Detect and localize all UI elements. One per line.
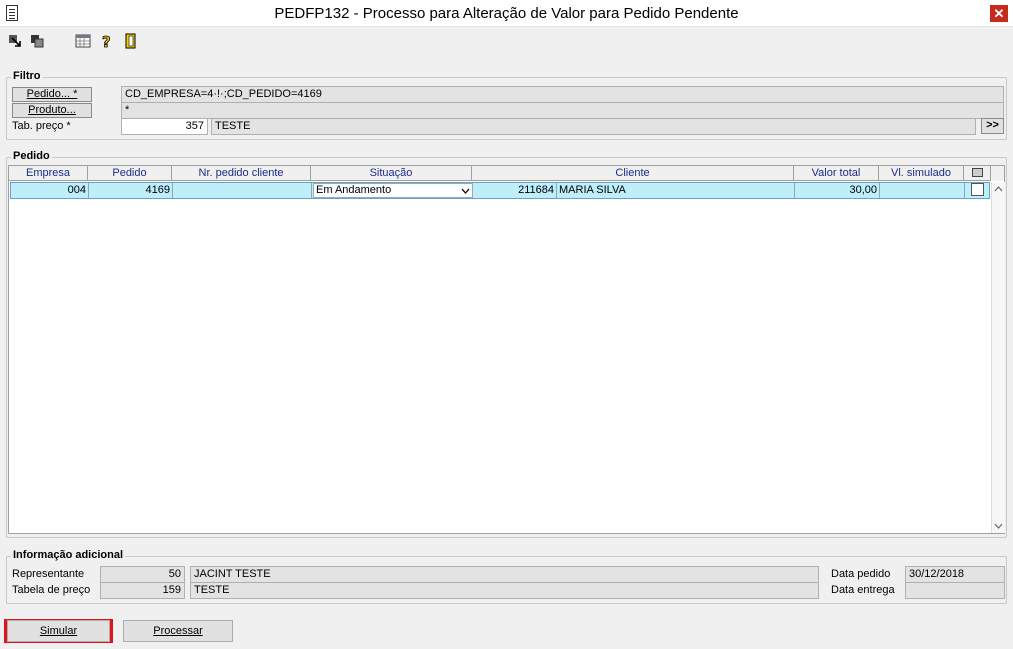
cell-vl-simulado[interactable] bbox=[880, 183, 965, 198]
col-cliente[interactable]: Cliente bbox=[472, 166, 794, 181]
close-button[interactable]: ✕ bbox=[990, 5, 1008, 22]
tabela-preco-label: Tabela de preço bbox=[12, 584, 91, 596]
representante-name: JACINT TESTE bbox=[190, 566, 819, 583]
tabela-preco-code: 159 bbox=[100, 582, 185, 599]
representante-label: Representante bbox=[12, 568, 85, 580]
more-button[interactable]: >> bbox=[981, 118, 1004, 134]
title-bar: PEDFP132 - Processo para Alteração de Va… bbox=[0, 0, 1013, 27]
table-row[interactable]: 004 4169 Em Andamento 211684 MARIA SILVA… bbox=[10, 182, 990, 199]
toolbar: ? bbox=[0, 27, 1013, 57]
chevron-down-icon[interactable] bbox=[461, 184, 470, 201]
cell-pedido[interactable]: 4169 bbox=[89, 183, 173, 198]
simular-button[interactable]: Simular bbox=[7, 620, 110, 642]
pedido-lookup-button[interactable]: Pedido... * bbox=[12, 87, 92, 102]
pedido-legend: Pedido bbox=[11, 150, 52, 162]
tabela-preco-name: TESTE bbox=[190, 582, 819, 599]
filtro-legend: Filtro bbox=[11, 70, 43, 82]
col-nr-pedido-cliente[interactable]: Nr. pedido cliente bbox=[172, 166, 311, 181]
situacao-value: Em Andamento bbox=[316, 184, 392, 196]
scroll-up-icon[interactable] bbox=[992, 182, 1005, 196]
col-select-all[interactable] bbox=[964, 166, 991, 181]
tab-preco-code-input[interactable]: 357 bbox=[121, 118, 208, 135]
situacao-select[interactable]: Em Andamento bbox=[313, 183, 473, 198]
exit-icon[interactable] bbox=[122, 32, 140, 50]
cell-cliente-nome[interactable]: MARIA SILVA bbox=[557, 183, 795, 198]
pedido-grid: Empresa Pedido Nr. pedido cliente Situaç… bbox=[8, 165, 1005, 534]
cell-cliente-codigo[interactable]: 211684 bbox=[473, 183, 557, 198]
scroll-down-icon[interactable] bbox=[992, 519, 1005, 533]
grid-header: Empresa Pedido Nr. pedido cliente Situaç… bbox=[9, 166, 1004, 181]
data-pedido-label: Data pedido bbox=[831, 568, 891, 580]
cell-empresa[interactable]: 004 bbox=[11, 183, 89, 198]
arrow-icon[interactable] bbox=[6, 32, 24, 50]
cell-nr-pedido-cliente[interactable] bbox=[173, 183, 312, 198]
pedido-filter-field[interactable]: CD_EMPRESA=4·!·;CD_PEDIDO=4169 bbox=[121, 86, 1004, 103]
select-all-icon[interactable] bbox=[971, 168, 983, 177]
row-checkbox[interactable] bbox=[971, 183, 984, 196]
col-situacao[interactable]: Situação bbox=[311, 166, 472, 181]
col-empresa[interactable]: Empresa bbox=[9, 166, 88, 181]
tab-preco-label: Tab. preço * bbox=[12, 120, 71, 132]
data-pedido-value: 30/12/2018 bbox=[905, 566, 1005, 583]
info-legend: Informação adicional bbox=[11, 549, 126, 561]
help-icon[interactable]: ? bbox=[98, 32, 116, 52]
produto-filter-field[interactable]: * bbox=[121, 102, 1004, 119]
window-title: PEDFP132 - Processo para Alteração de Va… bbox=[274, 5, 739, 22]
data-entrega-label: Data entrega bbox=[831, 584, 895, 596]
produto-lookup-button[interactable]: Produto... bbox=[12, 103, 92, 118]
cell-valor-total[interactable]: 30,00 bbox=[795, 183, 880, 198]
vertical-scrollbar[interactable] bbox=[991, 182, 1005, 533]
grid-icon[interactable] bbox=[74, 32, 92, 50]
copy-icon[interactable] bbox=[28, 32, 46, 50]
svg-text:?: ? bbox=[102, 33, 111, 50]
col-pedido[interactable]: Pedido bbox=[88, 166, 172, 181]
processar-button[interactable]: Processar bbox=[123, 620, 233, 642]
tab-preco-description: TESTE bbox=[211, 118, 976, 135]
representante-code: 50 bbox=[100, 566, 185, 583]
col-vl-simulado[interactable]: Vl. simulado bbox=[879, 166, 964, 181]
col-valor-total[interactable]: Valor total bbox=[794, 166, 879, 181]
data-entrega-value bbox=[905, 582, 1005, 599]
